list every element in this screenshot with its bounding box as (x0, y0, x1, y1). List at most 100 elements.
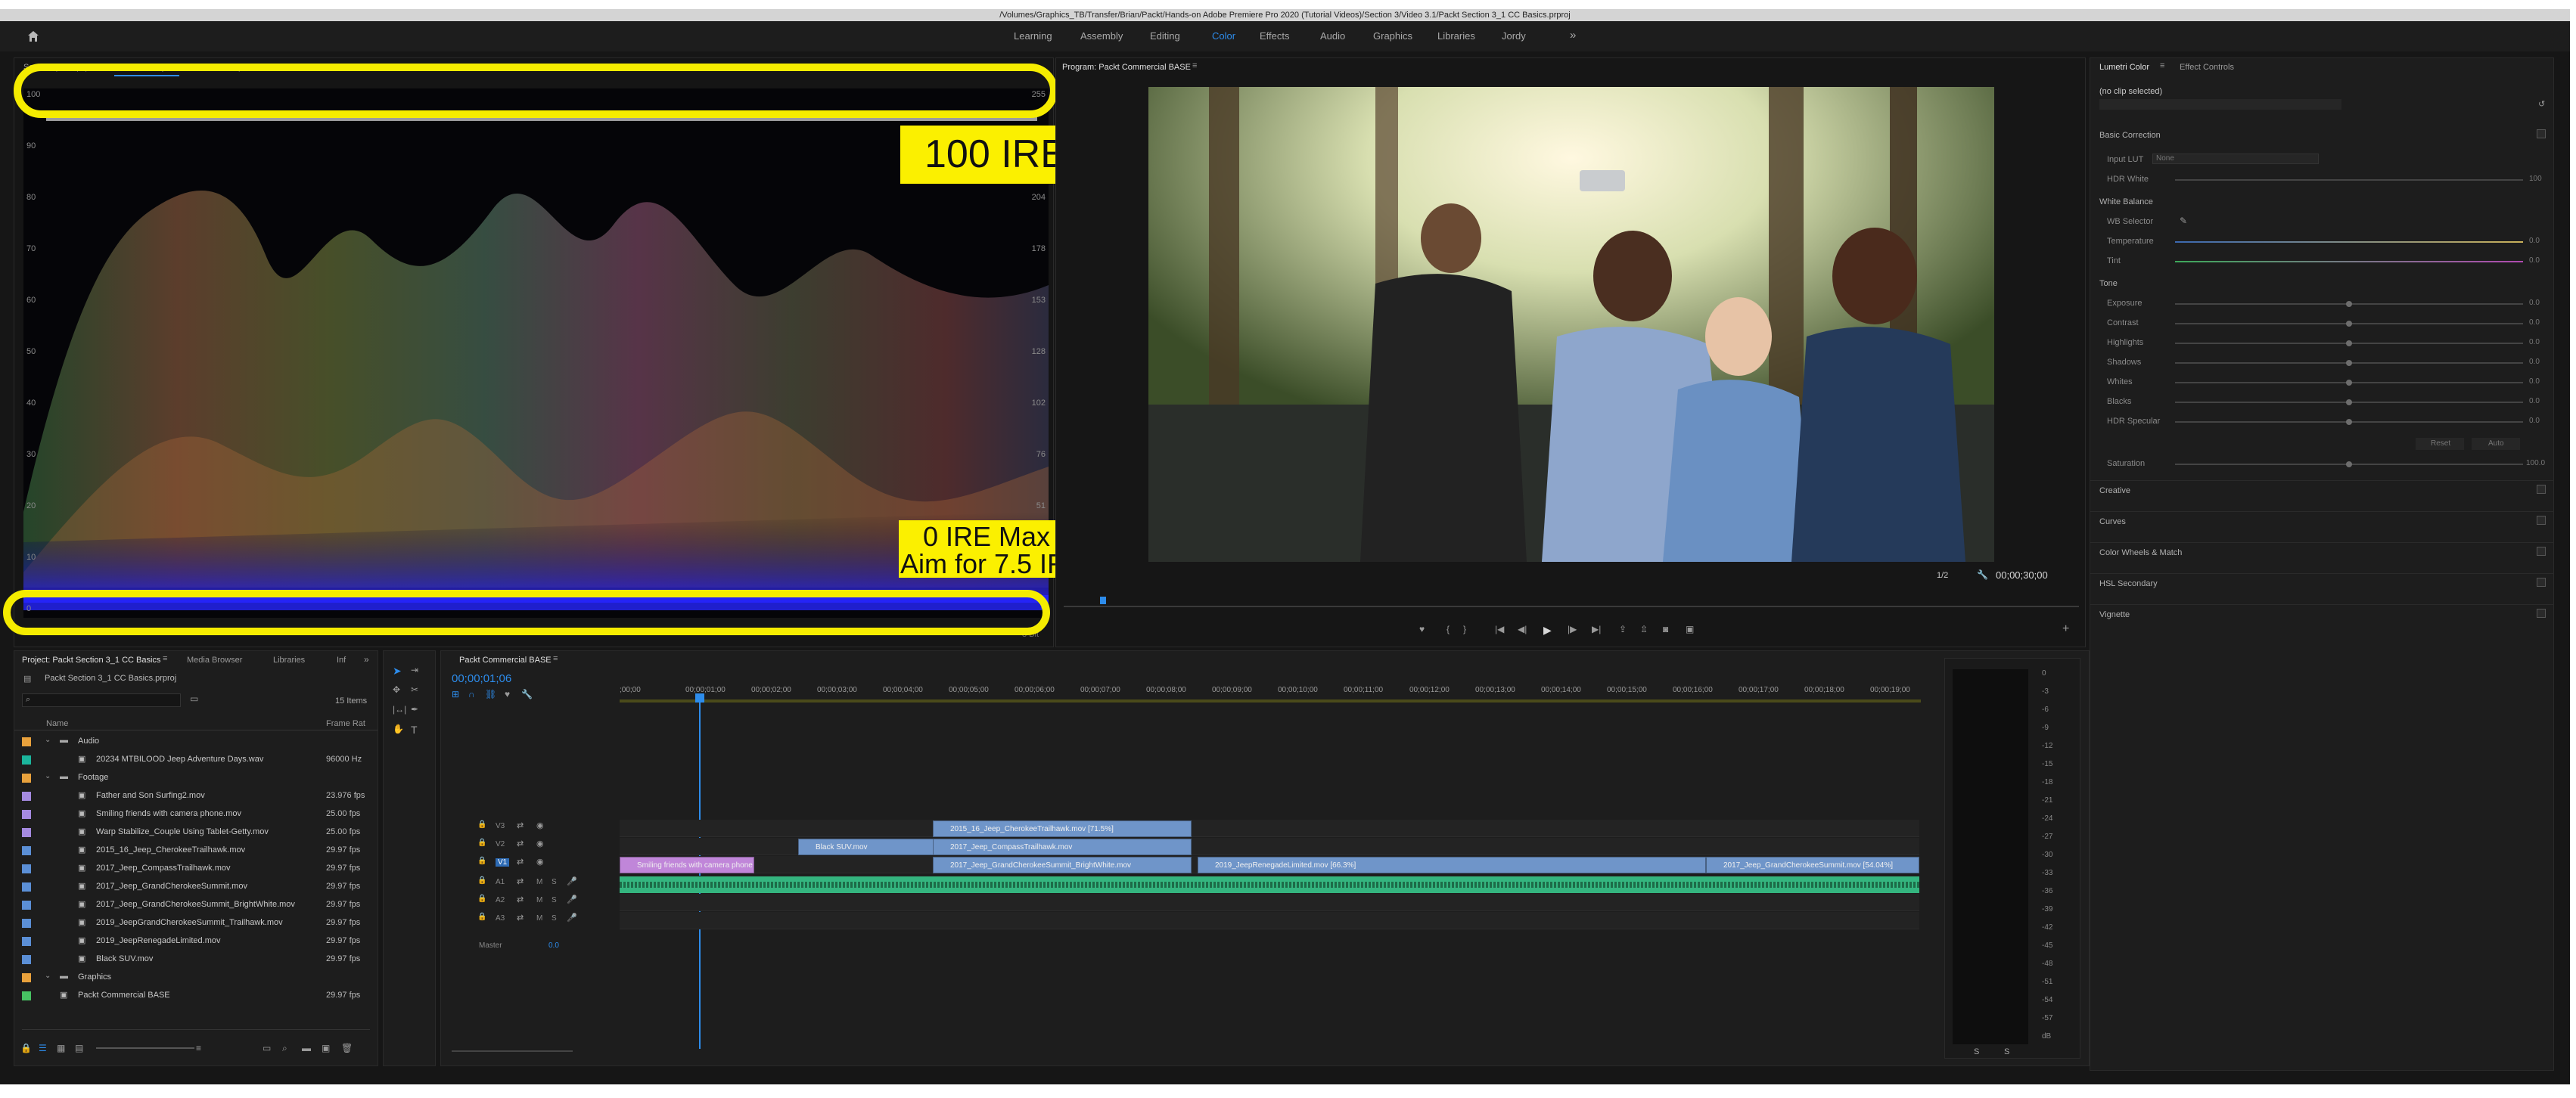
label-color-swatch[interactable] (22, 864, 31, 873)
type-tool-icon[interactable]: T (411, 724, 418, 736)
tab-effect-controls[interactable]: Effect Controls (2180, 63, 2234, 72)
hdr-white-value[interactable]: 100 (2529, 175, 2542, 183)
temperature-slider[interactable] (2175, 241, 2523, 243)
tone-slider-knob[interactable] (2346, 360, 2352, 366)
compare-view-icon[interactable]: ▣ (1686, 624, 1694, 634)
solo-button[interactable]: S (552, 914, 557, 923)
curves-header[interactable]: Curves (2099, 517, 2126, 526)
project-item-name[interactable]: Father and Son Surfing2.mov (96, 791, 205, 800)
nest-icon[interactable]: ⊞ (452, 689, 459, 699)
auto-button[interactable]: Auto (2472, 438, 2520, 450)
step-back-icon[interactable]: ◀| (1518, 624, 1527, 634)
color-wheels-match-checkbox[interactable] (2537, 547, 2546, 556)
label-color-swatch[interactable] (22, 991, 31, 1000)
tab-libraries[interactable]: Libraries (273, 656, 305, 665)
eye-icon[interactable]: ◉ (536, 839, 544, 848)
hdr-white-slider[interactable] (2175, 179, 2523, 181)
saturation-value[interactable]: 100.0 (2526, 459, 2545, 467)
tone-highlights-value[interactable]: 0.0 (2529, 338, 2540, 346)
program-playhead[interactable] (1100, 597, 1106, 604)
tab-timeline[interactable]: Packt Commercial BASE (459, 656, 552, 665)
lock-track-icon[interactable]: 🔒 (477, 895, 486, 903)
workspace-tab-assembly[interactable]: Assembly (1080, 30, 1123, 42)
track-lane-a2[interactable] (620, 894, 1919, 911)
vignette-checkbox[interactable] (2537, 609, 2546, 618)
play-icon[interactable]: ▶ (1543, 624, 1552, 637)
project-item-name[interactable]: Warp Stabilize_Couple Using Tablet-Getty… (96, 827, 269, 836)
track-label-v1[interactable]: V1 (496, 858, 510, 867)
clear-icon[interactable]: 🗑 (341, 1043, 353, 1053)
timeline-clip[interactable]: 2017_Jeep_GrandCherokeeSummit_BrightWhit… (933, 857, 1192, 873)
timeline-clip[interactable]: 2015_16_Jeep_CherokeeTrailhawk.mov [71.5… (933, 820, 1192, 837)
label-color-swatch[interactable] (22, 919, 31, 928)
label-color-swatch[interactable] (22, 810, 31, 819)
project-item-name[interactable]: Black SUV.mov (96, 954, 153, 963)
workspace-tab-graphics[interactable]: Graphics (1373, 30, 1412, 42)
color-wheels-match-header[interactable]: Color Wheels & Match (2099, 548, 2182, 557)
tone-shadows-value[interactable]: 0.0 (2529, 358, 2540, 366)
lift-icon[interactable]: ⇪ (1619, 624, 1627, 634)
microphone-icon[interactable]: 🎤 (567, 876, 577, 886)
timeline-clip[interactable]: 2019_JeepRenegadeLimited.mov [66.3%] (1198, 857, 1706, 873)
export-frame-icon[interactable]: ◙ (1663, 624, 1668, 634)
workspace-tab-libraries[interactable]: Libraries (1437, 30, 1475, 42)
tone-hdr-specular-value[interactable]: 0.0 (2529, 417, 2540, 425)
sync-lock-icon[interactable]: ⇄ (517, 820, 524, 830)
mute-button[interactable]: M (536, 914, 542, 923)
column-frame-rate[interactable]: Frame Rat (326, 719, 365, 728)
microphone-icon[interactable]: 🎤 (567, 913, 577, 923)
lock-track-icon[interactable]: 🔒 (477, 820, 486, 829)
label-color-swatch[interactable] (22, 937, 31, 946)
microphone-icon[interactable]: 🎤 (567, 895, 577, 904)
sync-lock-icon[interactable]: ⇄ (517, 895, 524, 904)
home-icon[interactable] (27, 30, 39, 42)
tone-whites-value[interactable]: 0.0 (2529, 377, 2540, 386)
automate-icon[interactable]: ▭ (263, 1043, 271, 1053)
project-item-name[interactable]: 2019_JeepGrandCherokeeSummit_Trailhawk.m… (96, 918, 283, 927)
tone-slider-knob[interactable] (2346, 321, 2352, 327)
eye-icon[interactable]: ◉ (536, 820, 544, 830)
track-label-a1[interactable]: A1 (496, 878, 505, 886)
timeline-clip[interactable]: 2017_Jeep_CompassTrailhawk.mov (933, 839, 1192, 855)
tab-info[interactable]: Inf (337, 656, 346, 665)
go-to-out-icon[interactable]: ▶| (1592, 624, 1601, 634)
mark-out-icon[interactable]: } (1463, 624, 1466, 634)
extract-icon[interactable]: ⇫ (1640, 624, 1648, 634)
track-label-a3[interactable]: A3 (496, 914, 505, 923)
sync-lock-icon[interactable]: ⇄ (517, 857, 524, 867)
program-menu-icon[interactable]: ≡ (1192, 61, 1197, 70)
mark-in-icon[interactable]: { (1446, 624, 1450, 634)
workspace-tab-effects[interactable]: Effects (1260, 30, 1290, 42)
tone-slider-knob[interactable] (2346, 301, 2352, 307)
saturation-knob[interactable] (2346, 461, 2352, 467)
temperature-value[interactable]: 0.0 (2529, 237, 2540, 245)
list-view-icon[interactable]: ☰ (39, 1043, 47, 1053)
lock-track-icon[interactable]: 🔒 (477, 839, 486, 847)
input-lut-select[interactable]: None (2152, 154, 2319, 164)
timeline-zoom-bar[interactable] (452, 1050, 573, 1052)
reset-effect-icon[interactable]: ↺ (2538, 99, 2545, 109)
workspace-tab-editing[interactable]: Editing (1150, 30, 1180, 42)
timeline-clip[interactable]: Smiling friends with camera phone (620, 857, 754, 873)
reset-button[interactable]: Reset (2416, 438, 2464, 450)
add-marker-icon[interactable]: ♥ (1419, 624, 1425, 634)
ripple-edit-tool-icon[interactable]: ✥ (393, 684, 400, 695)
more-workspaces-icon[interactable]: » (1570, 29, 1576, 42)
label-color-swatch[interactable] (22, 792, 31, 801)
label-color-swatch[interactable] (22, 774, 31, 783)
label-color-swatch[interactable] (22, 755, 31, 765)
effect-dropdown[interactable] (2099, 99, 2341, 110)
solo-button[interactable]: S (552, 896, 557, 904)
work-area-bar[interactable] (620, 699, 1921, 703)
new-search-bin-icon[interactable]: ▭ (190, 693, 198, 704)
master-volume[interactable]: 0.0 (548, 941, 559, 950)
go-to-in-icon[interactable]: |◀ (1495, 624, 1504, 634)
tab-project[interactable]: Project: Packt Section 3_1 CC Basics (22, 656, 160, 665)
project-item-name[interactable]: Footage (78, 773, 108, 782)
workspace-tab-learning[interactable]: Learning (1014, 30, 1052, 42)
lock-track-icon[interactable]: 🔒 (477, 876, 486, 885)
label-color-swatch[interactable] (22, 882, 31, 892)
white-balance-header[interactable]: White Balance (2099, 197, 2153, 206)
tone-slider-knob[interactable] (2346, 419, 2352, 425)
track-lane-a3[interactable] (620, 912, 1919, 929)
